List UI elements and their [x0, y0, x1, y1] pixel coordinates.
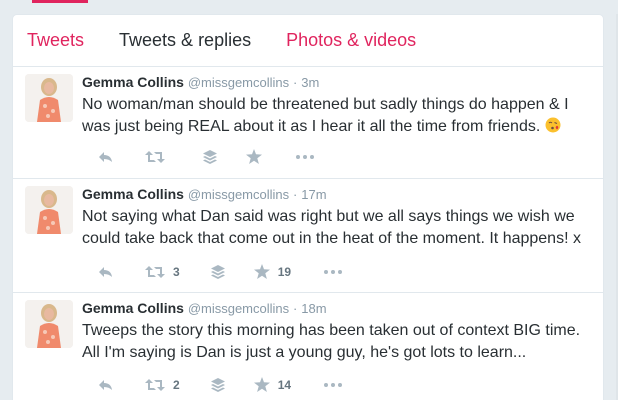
- tweet-header: Gemma Collins @missgemcollins · 17m: [82, 185, 593, 204]
- tweet-text-content: No woman/man should be threatened but sa…: [82, 96, 569, 135]
- separator: ·: [293, 187, 298, 202]
- author-handle[interactable]: @missgemcollins: [188, 301, 289, 316]
- tweet-header: Gemma Collins @missgemcollins · 3m: [82, 73, 593, 92]
- buffer-icon: [203, 149, 217, 164]
- tweet-actions: 3 19: [98, 264, 343, 279]
- buffer-button[interactable]: [210, 264, 225, 279]
- tweet-text: Tweeps the story this morning has been t…: [82, 322, 581, 361]
- reply-icon: [99, 151, 112, 162]
- tweet-text: Not saying what Dan said was right but w…: [82, 208, 581, 247]
- author-name[interactable]: Gemma Collins: [82, 74, 184, 90]
- more-icon: [324, 269, 343, 274]
- tweet-time[interactable]: 3m: [301, 75, 319, 90]
- tweet-content: Gemma Collins @missgemcollins · 3m No wo…: [82, 73, 593, 138]
- tweet[interactable]: Gemma Collins @missgemcollins · 17m Not …: [13, 179, 603, 293]
- tweet-time[interactable]: 18m: [301, 301, 326, 316]
- tweet[interactable]: Gemma Collins @missgemcollins · 3m No wo…: [13, 67, 603, 179]
- buffer-icon: [210, 377, 225, 392]
- retweet-count: 2: [173, 377, 180, 392]
- kissing-face-emoji-icon: [545, 117, 561, 133]
- tab-tweets-and-replies[interactable]: Tweets & replies: [119, 30, 251, 51]
- author-name[interactable]: Gemma Collins: [82, 300, 184, 316]
- tweet-content: Gemma Collins @missgemcollins · 17m Not …: [82, 185, 593, 250]
- buffer-button[interactable]: [210, 377, 225, 392]
- top-accent-bar: [32, 0, 88, 3]
- tweet-actions: [98, 149, 314, 164]
- more-button[interactable]: [324, 382, 343, 387]
- author-handle[interactable]: @missgemcollins: [188, 75, 289, 90]
- tab-tweets[interactable]: Tweets: [27, 30, 84, 51]
- tweet-content: Gemma Collins @missgemcollins · 18m Twee…: [82, 299, 593, 364]
- avatar[interactable]: [25, 186, 73, 234]
- retweet-button[interactable]: 2: [145, 378, 180, 392]
- retweet-count: 3: [173, 264, 180, 279]
- buffer-icon: [210, 264, 225, 279]
- reply-button[interactable]: [98, 265, 114, 279]
- avatar[interactable]: [25, 300, 73, 348]
- retweet-icon: [145, 265, 165, 278]
- star-icon: [246, 149, 262, 164]
- tab-photos-and-videos[interactable]: Photos & videos: [286, 30, 416, 51]
- more-button[interactable]: [324, 269, 343, 274]
- reply-button[interactable]: [98, 378, 114, 392]
- author-handle[interactable]: @missgemcollins: [188, 187, 289, 202]
- avatar[interactable]: [25, 74, 73, 122]
- retweet-icon: [145, 378, 165, 391]
- tweet-time[interactable]: 17m: [301, 187, 326, 202]
- separator: ·: [293, 75, 298, 90]
- profile-tabs: Tweets Tweets & replies Photos & videos: [13, 15, 603, 67]
- author-name[interactable]: Gemma Collins: [82, 186, 184, 202]
- retweet-button[interactable]: [145, 150, 165, 164]
- tweet-actions: 2 14: [98, 377, 343, 392]
- more-button[interactable]: [296, 154, 314, 159]
- retweet-button[interactable]: 3: [145, 265, 180, 279]
- retweet-icon: [145, 150, 165, 163]
- favorite-button[interactable]: 19: [253, 264, 292, 279]
- star-icon: [253, 377, 270, 392]
- reply-button[interactable]: [98, 150, 114, 164]
- favorite-button[interactable]: [246, 149, 262, 164]
- reply-icon: [99, 266, 112, 277]
- separator: ·: [293, 301, 298, 316]
- tweet-header: Gemma Collins @missgemcollins · 18m: [82, 299, 593, 318]
- buffer-button[interactable]: [203, 149, 217, 164]
- star-icon: [253, 264, 270, 279]
- favorite-count: 19: [277, 264, 292, 279]
- timeline-card: Tweets Tweets & replies Photos & videos …: [12, 14, 604, 400]
- more-icon: [324, 382, 343, 387]
- tweet-text: No woman/man should be threatened but sa…: [82, 94, 593, 138]
- favorite-button[interactable]: 14: [253, 377, 292, 392]
- tweet[interactable]: Gemma Collins @missgemcollins · 18m Twee…: [13, 293, 603, 400]
- reply-icon: [99, 379, 112, 390]
- favorite-count: 14: [277, 377, 292, 392]
- more-icon: [296, 154, 314, 159]
